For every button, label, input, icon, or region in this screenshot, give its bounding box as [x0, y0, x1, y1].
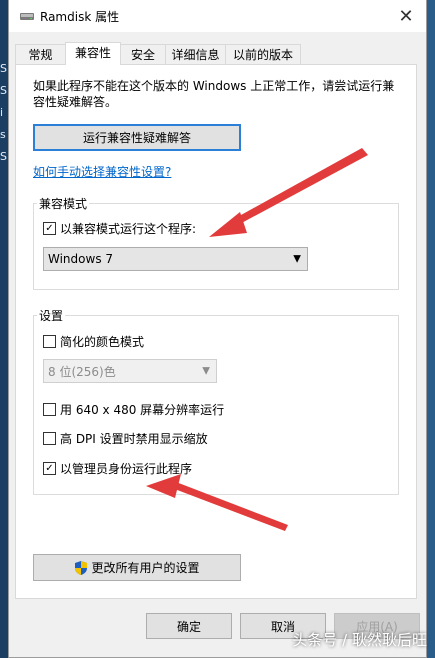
tab-previous-versions[interactable]: 以前的版本: [225, 44, 301, 64]
properties-window: Ramdisk 属性 ✕ 常规 兼容性 安全 详细信息 以前的版本 如果此程序不…: [8, 0, 427, 658]
change-all-users-button[interactable]: 更改所有用户的设置: [33, 554, 241, 581]
desktop-fragment: S: [0, 84, 7, 97]
compat-mode-title: 兼容模式: [37, 195, 90, 212]
color-mode-select: 8 位(256)色 ▼: [43, 359, 217, 383]
run-as-admin-label: 以管理员身份运行此程序: [60, 462, 193, 476]
uac-shield-icon: [75, 560, 88, 575]
close-button[interactable]: ✕: [386, 0, 426, 32]
tab-security[interactable]: 安全: [120, 44, 166, 64]
change-all-users-label: 更改所有用户的设置: [91, 561, 200, 575]
desktop-fragment: s: [0, 128, 6, 141]
close-icon: ✕: [398, 5, 414, 27]
reduced-color-label: 简化的颜色模式: [60, 335, 145, 349]
desktop-fragment: i: [0, 106, 4, 119]
res-640-label: 用 640 x 480 屏幕分辨率运行: [60, 403, 225, 417]
compat-mode-checkbox[interactable]: ✓ 以兼容模式运行这个程序:: [43, 220, 196, 237]
os-version-select[interactable]: Windows 7 ▼: [43, 247, 308, 271]
compat-description: 如果此程序不能在这个版本的 Windows 上正常工作，请尝试运行兼容性疑难解答…: [33, 79, 395, 109]
compat-mode-label: 以兼容模式运行这个程序:: [60, 222, 197, 236]
chevron-down-icon: ▼: [293, 253, 301, 265]
checkbox-checked-icon: ✓: [43, 222, 56, 235]
ok-button[interactable]: 确定: [146, 613, 232, 639]
checkbox-unchecked-icon: [43, 432, 56, 445]
checkbox-unchecked-icon: [43, 335, 56, 348]
reduced-color-checkbox[interactable]: 简化的颜色模式: [43, 333, 144, 350]
desktop-fragment: S: [0, 62, 7, 75]
high-dpi-label: 高 DPI 设置时禁用显示缩放: [60, 432, 208, 446]
high-dpi-checkbox[interactable]: 高 DPI 设置时禁用显示缩放: [43, 430, 208, 447]
tab-compatibility[interactable]: 兼容性: [65, 42, 121, 65]
watermark-text: 头条号 / 耿然耿后旺: [292, 631, 427, 649]
settings-title: 设置: [37, 307, 66, 324]
desktop-left-strip: [0, 0, 8, 658]
chevron-down-icon: ▼: [202, 365, 210, 377]
app-drive-icon: [20, 13, 34, 20]
window-title: Ramdisk 属性: [40, 10, 120, 24]
run-troubleshooter-button[interactable]: 运行兼容性疑难解答: [33, 124, 241, 151]
checkbox-checked-icon: ✓: [43, 462, 56, 475]
title-bar[interactable]: Ramdisk 属性 ✕: [9, 0, 426, 32]
color-mode-value: 8 位(256)色: [48, 364, 116, 379]
tab-details[interactable]: 详细信息: [165, 44, 226, 64]
tab-general[interactable]: 常规: [15, 44, 66, 64]
os-version-value: Windows 7: [48, 252, 114, 266]
run-as-admin-checkbox[interactable]: ✓ 以管理员身份运行此程序: [43, 460, 192, 477]
checkbox-unchecked-icon: [43, 403, 56, 416]
manual-settings-link[interactable]: 如何手动选择兼容性设置?: [33, 163, 171, 180]
res-640-checkbox[interactable]: 用 640 x 480 屏幕分辨率运行: [43, 401, 224, 418]
desktop-fragment: S: [0, 150, 7, 163]
